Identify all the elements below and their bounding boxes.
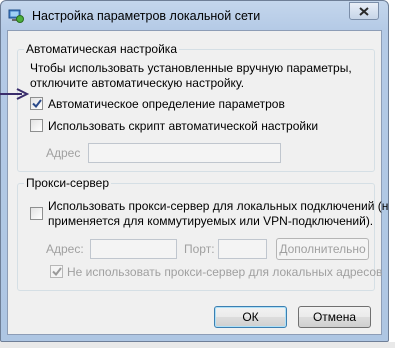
bypass-local-checkbox[interactable] <box>50 265 63 278</box>
checkmark-icon <box>31 99 42 108</box>
proxy-group: Прокси-сервер Использовать прокси-сервер… <box>17 176 388 291</box>
advanced-button[interactable]: Дополнительно <box>276 238 369 260</box>
auto-detect-label[interactable]: Автоматическое определение параметров <box>48 97 285 112</box>
dialog-window: Настройка параметров локальной сети Авто… <box>0 0 389 342</box>
script-address-label: Адрес <box>46 146 81 160</box>
auto-config-description-1: Чтобы использовать установленные вручную… <box>30 61 352 75</box>
pointer-arrow-icon <box>0 88 30 100</box>
dialog-client-area: Автоматическая настройка Чтобы использов… <box>7 30 388 335</box>
use-script-label[interactable]: Использовать скрипт автоматической настр… <box>48 119 318 134</box>
title-bar[interactable]: Настройка параметров локальной сети <box>1 1 388 31</box>
auto-config-group: Автоматическая настройка Чтобы использов… <box>17 42 375 172</box>
auto-detect-checkbox[interactable] <box>30 97 43 110</box>
auto-config-description-2: отключите автоматическую настройку. <box>30 76 245 90</box>
use-proxy-label-1[interactable]: Использовать прокси-сервер для локальных… <box>48 199 388 214</box>
network-settings-icon <box>8 9 24 23</box>
use-proxy-checkbox[interactable] <box>30 207 43 220</box>
ok-button[interactable]: ОК <box>214 306 287 328</box>
proxy-port-input[interactable] <box>218 239 267 259</box>
bypass-local-label[interactable]: Не использовать прокси-сервер для локаль… <box>67 265 382 280</box>
background-strip <box>0 342 395 348</box>
auto-config-legend: Автоматическая настройка <box>24 42 179 57</box>
proxy-port-label: Порт: <box>184 242 215 256</box>
close-x-icon <box>359 6 369 16</box>
proxy-address-input[interactable] <box>90 239 177 259</box>
use-script-checkbox[interactable] <box>30 119 43 132</box>
cancel-button[interactable]: Отмена <box>298 306 371 328</box>
checkmark-icon <box>51 267 62 276</box>
proxy-legend: Прокси-сервер <box>24 176 111 191</box>
close-button[interactable] <box>349 2 379 20</box>
window-title: Настройка параметров локальной сети <box>32 9 261 23</box>
use-proxy-label-2[interactable]: применяется для коммутируемых или VPN-по… <box>48 214 373 229</box>
proxy-address-label: Адрес: <box>46 242 84 256</box>
script-address-input[interactable] <box>88 143 281 163</box>
